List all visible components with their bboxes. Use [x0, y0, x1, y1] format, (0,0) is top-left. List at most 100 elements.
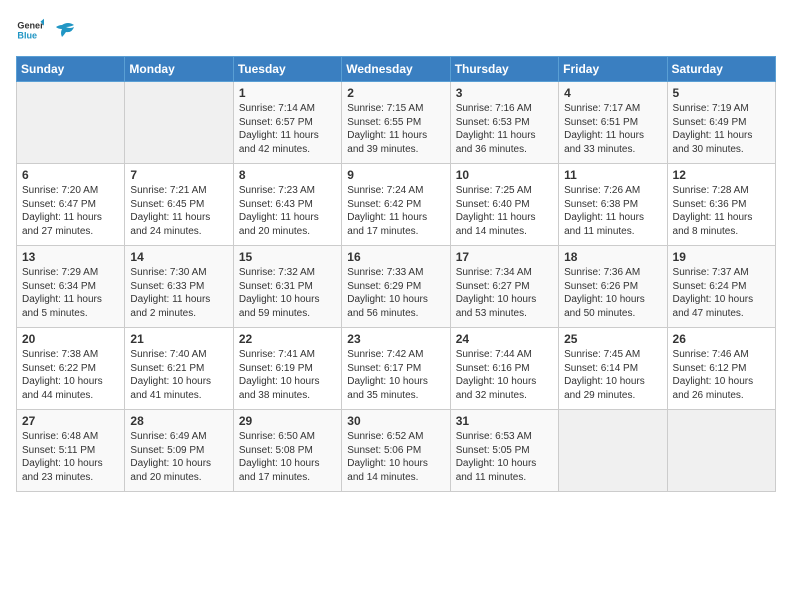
day-number: 16	[347, 250, 444, 264]
day-detail: Sunrise: 7:37 AM Sunset: 6:24 PM Dayligh…	[673, 266, 770, 320]
day-detail: Sunrise: 6:52 AM Sunset: 5:06 PM Dayligh…	[347, 430, 444, 484]
calendar-cell: 17 Sunrise: 7:34 AM Sunset: 6:27 PM Dayli…	[450, 246, 558, 328]
day-number: 24	[456, 332, 553, 346]
calendar-table: SundayMondayTuesdayWednesdayThursdayFrid…	[16, 56, 776, 492]
day-number: 30	[347, 414, 444, 428]
logo-bird-icon	[54, 19, 76, 41]
day-number: 20	[22, 332, 119, 346]
calendar-cell: 24 Sunrise: 7:44 AM Sunset: 6:16 PM Dayli…	[450, 328, 558, 410]
calendar-cell: 16 Sunrise: 7:33 AM Sunset: 6:29 PM Dayli…	[342, 246, 450, 328]
day-number: 27	[22, 414, 119, 428]
day-detail: Sunrise: 6:53 AM Sunset: 5:05 PM Dayligh…	[456, 430, 553, 484]
calendar-cell: 3 Sunrise: 7:16 AM Sunset: 6:53 PM Daylig…	[450, 82, 558, 164]
calendar-cell: 12Sunrise: 7:28 AM Sunset: 6:36 PM Dayli…	[667, 164, 775, 246]
calendar-cell: 21 Sunrise: 7:40 AM Sunset: 6:21 PM Dayli…	[125, 328, 233, 410]
day-detail: Sunrise: 7:40 AM Sunset: 6:21 PM Dayligh…	[130, 348, 227, 402]
day-number: 28	[130, 414, 227, 428]
calendar-cell: 22Sunrise: 7:41 AM Sunset: 6:19 PM Dayli…	[233, 328, 341, 410]
day-number: 14	[130, 250, 227, 264]
day-detail: Sunrise: 7:38 AM Sunset: 6:22 PM Dayligh…	[22, 348, 119, 402]
day-number: 10	[456, 168, 553, 182]
calendar-cell: 29Sunrise: 6:50 AM Sunset: 5:08 PM Dayli…	[233, 410, 341, 492]
calendar-cell: 30 Sunrise: 6:52 AM Sunset: 5:06 PM Dayli…	[342, 410, 450, 492]
day-header-monday: Monday	[125, 57, 233, 82]
day-detail: Sunrise: 7:42 AM Sunset: 6:17 PM Dayligh…	[347, 348, 444, 402]
day-number: 3	[456, 86, 553, 100]
day-detail: Sunrise: 7:23 AM Sunset: 6:43 PM Dayligh…	[239, 184, 336, 238]
day-header-friday: Friday	[559, 57, 667, 82]
week-row-2: 6 Sunrise: 7:20 AM Sunset: 6:47 PM Daylig…	[17, 164, 776, 246]
day-number: 15	[239, 250, 336, 264]
day-number: 17	[456, 250, 553, 264]
calendar-cell	[559, 410, 667, 492]
svg-text:General: General	[17, 21, 44, 31]
calendar-cell: 20 Sunrise: 7:38 AM Sunset: 6:22 PM Dayli…	[17, 328, 125, 410]
calendar-cell: 10Sunrise: 7:25 AM Sunset: 6:40 PM Dayli…	[450, 164, 558, 246]
day-detail: Sunrise: 7:41 AM Sunset: 6:19 PM Dayligh…	[239, 348, 336, 402]
day-number: 4	[564, 86, 661, 100]
week-row-3: 13Sunrise: 7:29 AM Sunset: 6:34 PM Dayli…	[17, 246, 776, 328]
day-detail: Sunrise: 7:44 AM Sunset: 6:16 PM Dayligh…	[456, 348, 553, 402]
day-detail: Sunrise: 7:46 AM Sunset: 6:12 PM Dayligh…	[673, 348, 770, 402]
day-number: 23	[347, 332, 444, 346]
calendar-cell: 13Sunrise: 7:29 AM Sunset: 6:34 PM Dayli…	[17, 246, 125, 328]
week-row-4: 20 Sunrise: 7:38 AM Sunset: 6:22 PM Dayli…	[17, 328, 776, 410]
day-detail: Sunrise: 7:24 AM Sunset: 6:42 PM Dayligh…	[347, 184, 444, 238]
calendar-cell: 27 Sunrise: 6:48 AM Sunset: 5:11 PM Dayli…	[17, 410, 125, 492]
day-detail: Sunrise: 6:49 AM Sunset: 5:09 PM Dayligh…	[130, 430, 227, 484]
calendar-header: SundayMondayTuesdayWednesdayThursdayFrid…	[17, 57, 776, 82]
day-number: 12	[673, 168, 770, 182]
calendar-cell: 7Sunrise: 7:21 AM Sunset: 6:45 PM Daylig…	[125, 164, 233, 246]
day-detail: Sunrise: 7:21 AM Sunset: 6:45 PM Dayligh…	[130, 184, 227, 238]
calendar-cell	[17, 82, 125, 164]
day-number: 26	[673, 332, 770, 346]
calendar-cell: 9 Sunrise: 7:24 AM Sunset: 6:42 PM Daylig…	[342, 164, 450, 246]
day-number: 21	[130, 332, 227, 346]
day-detail: Sunrise: 7:36 AM Sunset: 6:26 PM Dayligh…	[564, 266, 661, 320]
page-header: General Blue	[16, 16, 776, 44]
calendar-cell: 1 Sunrise: 7:14 AM Sunset: 6:57 PM Daylig…	[233, 82, 341, 164]
day-detail: Sunrise: 7:33 AM Sunset: 6:29 PM Dayligh…	[347, 266, 444, 320]
day-number: 9	[347, 168, 444, 182]
week-row-1: 1 Sunrise: 7:14 AM Sunset: 6:57 PM Daylig…	[17, 82, 776, 164]
day-detail: Sunrise: 7:30 AM Sunset: 6:33 PM Dayligh…	[130, 266, 227, 320]
day-header-wednesday: Wednesday	[342, 57, 450, 82]
day-number: 25	[564, 332, 661, 346]
day-number: 13	[22, 250, 119, 264]
day-header-sunday: Sunday	[17, 57, 125, 82]
calendar-cell: 19 Sunrise: 7:37 AM Sunset: 6:24 PM Dayli…	[667, 246, 775, 328]
day-detail: Sunrise: 7:45 AM Sunset: 6:14 PM Dayligh…	[564, 348, 661, 402]
day-detail: Sunrise: 7:17 AM Sunset: 6:51 PM Dayligh…	[564, 102, 661, 156]
day-detail: Sunrise: 7:15 AM Sunset: 6:55 PM Dayligh…	[347, 102, 444, 156]
week-row-5: 27 Sunrise: 6:48 AM Sunset: 5:11 PM Dayli…	[17, 410, 776, 492]
calendar-cell: 4 Sunrise: 7:17 AM Sunset: 6:51 PM Daylig…	[559, 82, 667, 164]
calendar-cell: 11Sunrise: 7:26 AM Sunset: 6:38 PM Dayli…	[559, 164, 667, 246]
logo-icon: General Blue	[16, 16, 44, 44]
day-number: 5	[673, 86, 770, 100]
calendar-cell: 18 Sunrise: 7:36 AM Sunset: 6:26 PM Dayli…	[559, 246, 667, 328]
calendar-cell: 31Sunrise: 6:53 AM Sunset: 5:05 PM Dayli…	[450, 410, 558, 492]
calendar-cell: 8Sunrise: 7:23 AM Sunset: 6:43 PM Daylig…	[233, 164, 341, 246]
day-number: 19	[673, 250, 770, 264]
day-number: 1	[239, 86, 336, 100]
calendar-cell: 25 Sunrise: 7:45 AM Sunset: 6:14 PM Dayli…	[559, 328, 667, 410]
calendar-cell: 28 Sunrise: 6:49 AM Sunset: 5:09 PM Dayli…	[125, 410, 233, 492]
day-detail: Sunrise: 7:14 AM Sunset: 6:57 PM Dayligh…	[239, 102, 336, 156]
day-detail: Sunrise: 7:26 AM Sunset: 6:38 PM Dayligh…	[564, 184, 661, 238]
calendar-cell: 5 Sunrise: 7:19 AM Sunset: 6:49 PM Daylig…	[667, 82, 775, 164]
day-detail: Sunrise: 7:16 AM Sunset: 6:53 PM Dayligh…	[456, 102, 553, 156]
calendar-cell: 23 Sunrise: 7:42 AM Sunset: 6:17 PM Dayli…	[342, 328, 450, 410]
day-header-thursday: Thursday	[450, 57, 558, 82]
day-number: 18	[564, 250, 661, 264]
calendar-cell	[667, 410, 775, 492]
calendar-cell: 2Sunrise: 7:15 AM Sunset: 6:55 PM Daylig…	[342, 82, 450, 164]
day-detail: Sunrise: 7:34 AM Sunset: 6:27 PM Dayligh…	[456, 266, 553, 320]
day-detail: Sunrise: 7:20 AM Sunset: 6:47 PM Dayligh…	[22, 184, 119, 238]
day-detail: Sunrise: 6:48 AM Sunset: 5:11 PM Dayligh…	[22, 430, 119, 484]
svg-text:Blue: Blue	[17, 30, 37, 40]
calendar-cell: 26 Sunrise: 7:46 AM Sunset: 6:12 PM Dayli…	[667, 328, 775, 410]
day-header-tuesday: Tuesday	[233, 57, 341, 82]
day-detail: Sunrise: 6:50 AM Sunset: 5:08 PM Dayligh…	[239, 430, 336, 484]
day-detail: Sunrise: 7:19 AM Sunset: 6:49 PM Dayligh…	[673, 102, 770, 156]
day-number: 6	[22, 168, 119, 182]
